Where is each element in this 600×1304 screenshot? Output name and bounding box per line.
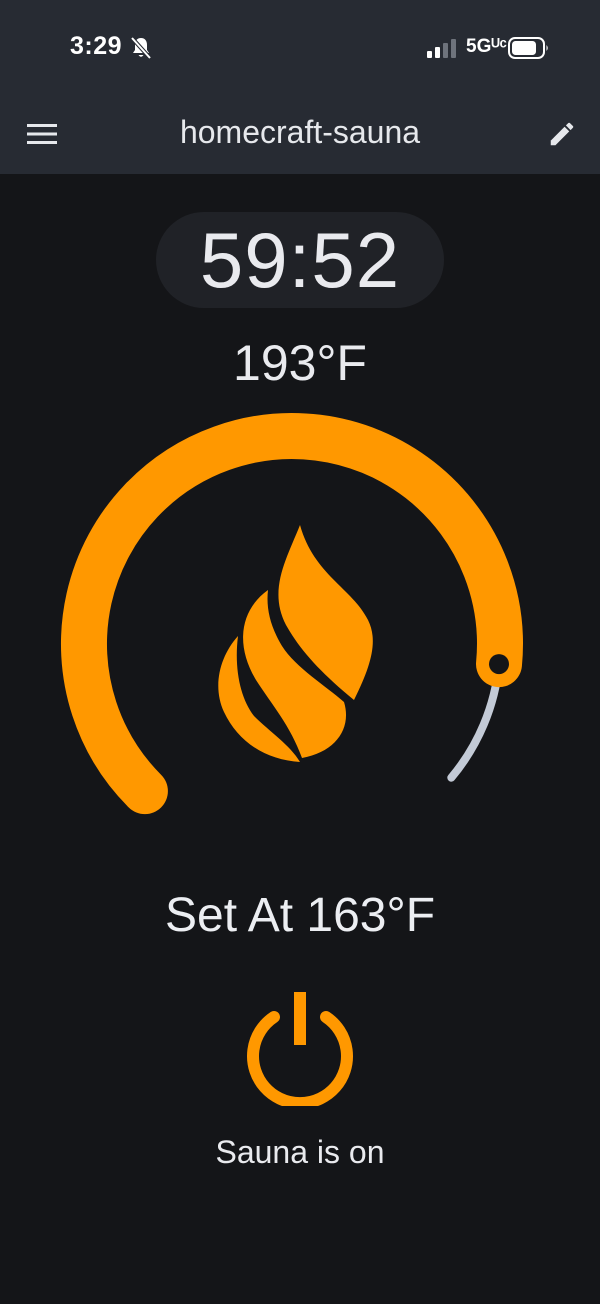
flame-icon xyxy=(218,525,373,762)
power-status: Sauna is on xyxy=(215,1134,385,1170)
header: 3:29 5Gᵁᶜ homecraft-sauna xyxy=(0,0,600,174)
status-time: 3:29 xyxy=(70,32,123,60)
power-button[interactable] xyxy=(238,982,362,1106)
dial-knob[interactable] xyxy=(489,654,509,675)
battery-icon xyxy=(508,37,548,59)
signal-icon xyxy=(427,39,456,58)
power-icon xyxy=(247,992,353,1106)
set-temperature: Set At 163°F xyxy=(164,889,436,942)
bell-slash-icon xyxy=(130,36,152,60)
countdown-timer: 59:52 xyxy=(156,212,444,308)
edit-button[interactable] xyxy=(542,114,582,154)
network-label: 5Gᵁᶜ xyxy=(466,36,507,57)
pencil-icon xyxy=(550,122,574,146)
sauna-screen: 3:29 5Gᵁᶜ homecraft-sauna 59:52 193°F Se… xyxy=(0,0,600,1304)
timer-value: 59:52 xyxy=(199,215,401,304)
app-title: homecraft-sauna xyxy=(179,114,421,150)
app-bar: homecraft-sauna xyxy=(0,96,600,174)
status-bar: 3:29 5Gᵁᶜ xyxy=(0,0,600,96)
temperature-dial[interactable] xyxy=(0,380,600,820)
